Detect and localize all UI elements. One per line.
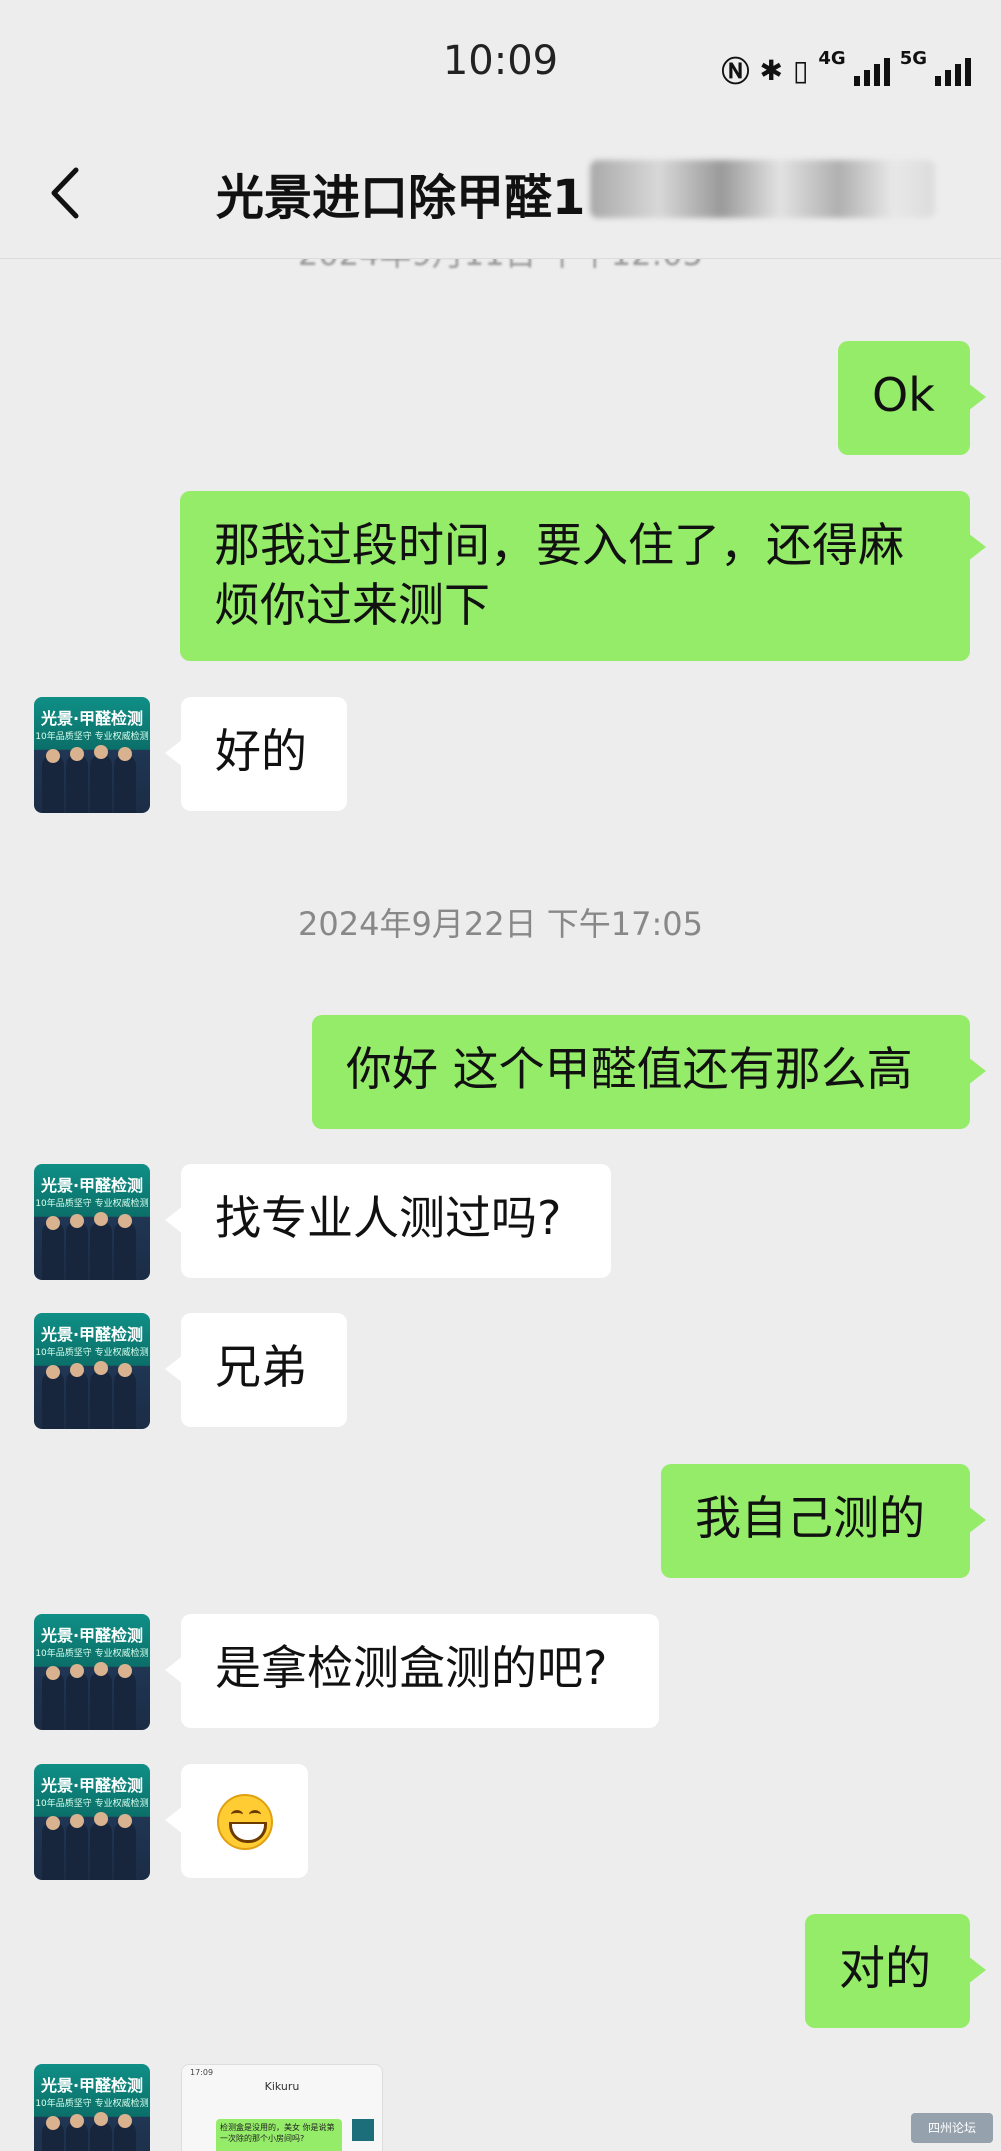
avatar-title: 光景·甲醛检测	[40, 1626, 144, 1645]
contact-avatar[interactable]: 光景·甲醛检测 10年品质坚守 专业权威检测	[34, 1614, 150, 1730]
chevron-left-icon	[51, 167, 79, 219]
message-bubble-outgoing[interactable]: 你好 这个甲醛值还有那么高	[312, 1015, 986, 1129]
avatar-title: 光景·甲醛检测	[40, 1176, 144, 1195]
signal-4g-icon	[853, 54, 890, 86]
message-bubble-incoming[interactable]: 是拿检测盒测的吧?	[165, 1614, 659, 1728]
forum-watermark: 四州论坛	[911, 2113, 993, 2143]
avatar-subtitle: 10年品质坚守 专业权威检测	[35, 1649, 149, 1659]
message-bubble-outgoing[interactable]: 我自己测的	[661, 1464, 986, 1578]
message-bubble-incoming[interactable]: 兄弟	[165, 1313, 347, 1427]
message-list[interactable]: 2024年9月11日 下午12:05 Ok 那我过段时间，要入住了，还得麻烦你过…	[0, 259, 1001, 2151]
message-bubble-outgoing[interactable]: Ok	[838, 341, 986, 455]
contact-avatar[interactable]: 光景·甲醛检测 10年品质坚守 专业权威检测	[34, 1313, 150, 1429]
contact-avatar[interactable]: 光景·甲醛检测 10年品质坚守 专业权威检测	[34, 2064, 150, 2151]
back-button[interactable]	[36, 158, 96, 228]
avatar-subtitle: 10年品质坚守 专业权威检测	[35, 1199, 149, 1209]
network-type-4g: 4G	[818, 47, 846, 69]
message-text: 找专业人测过吗?	[215, 1191, 562, 1245]
chat-title[interactable]: 光景进口除甲醛1	[216, 158, 585, 228]
thumbnail-status-time: 17:09	[190, 2068, 214, 2077]
vibrate-icon: ▯	[792, 53, 809, 87]
status-bar: 10:09 Ⓝ ✱ ▯ 4G 5G	[0, 0, 1001, 130]
grinning-face-emoji	[217, 1794, 273, 1850]
message-text: 那我过段时间，要入住了，还得麻烦你过来测下	[214, 518, 904, 632]
avatar-title: 光景·甲醛检测	[40, 2076, 144, 2095]
signal-5g-icon	[935, 54, 971, 86]
message-bubble-incoming[interactable]	[165, 1764, 308, 1878]
network-type-5g: 5G	[899, 47, 927, 69]
contact-avatar[interactable]: 光景·甲醛检测 10年品质坚守 专业权威检测	[34, 697, 150, 813]
message-bubble-outgoing[interactable]: 那我过段时间，要入住了，还得麻烦你过来测下	[180, 491, 986, 661]
nfc-icon: Ⓝ	[721, 55, 750, 88]
message-bubble-incoming[interactable]: 找专业人测过吗?	[165, 1164, 611, 1278]
thumbnail-bubble: 检测盒是没用的，美女 你是说第一次除的那个小房间吗?	[216, 2119, 342, 2151]
avatar-subtitle: 10年品质坚守 专业权威检测	[35, 1348, 149, 1358]
message-text: 兄弟	[215, 1340, 307, 1394]
message-bubble-incoming[interactable]: 好的	[165, 697, 347, 811]
image-message-thumbnail[interactable]: 17:09 Kikuru 检测盒是没用的，美女 你是说第一次除的那个小房间吗?	[181, 2064, 383, 2151]
message-text: 你好 这个甲醛值还有那么高	[346, 1042, 913, 1096]
timestamp: 2024年9月22日 下午17:05	[298, 905, 703, 943]
bluetooth-icon: ✱	[759, 53, 783, 87]
message-text: 是拿检测盒测的吧?	[215, 1641, 608, 1695]
avatar-subtitle: 10年品质坚守 专业权威检测	[35, 1799, 149, 1809]
avatar-title: 光景·甲醛检测	[40, 709, 144, 728]
contact-avatar[interactable]: 光景·甲醛检测 10年品质坚守 专业权威检测	[34, 1764, 150, 1880]
message-text: 对的	[839, 1941, 931, 1995]
avatar-subtitle: 10年品质坚守 专业权威检测	[35, 2099, 149, 2109]
avatar-title: 光景·甲醛检测	[40, 1776, 144, 1795]
thumbnail-contact-name: Kikuru	[264, 2080, 300, 2093]
contact-avatar[interactable]: 光景·甲醛检测 10年品质坚守 专业权威检测	[34, 1164, 150, 1280]
message-text: Ok	[872, 368, 935, 422]
message-bubble-outgoing[interactable]: 对的	[805, 1914, 986, 2028]
message-text: 我自己测的	[695, 1491, 925, 1545]
avatar-title: 光景·甲醛检测	[40, 1325, 144, 1344]
thumbnail-avatar	[352, 2119, 374, 2141]
message-text: 好的	[215, 724, 307, 778]
chat-screen: 10:09 Ⓝ ✱ ▯ 4G 5G 光景进口除甲醛1 2024年9月11日 下午…	[0, 0, 1001, 2151]
avatar-subtitle: 10年品质坚守 专业权威检测	[35, 732, 149, 742]
timestamp: 2024年9月11日 下午12:05	[0, 259, 1001, 275]
redacted-phone-number	[590, 160, 935, 218]
nav-bar: 光景进口除甲醛1	[0, 130, 1001, 259]
status-icons: Ⓝ ✱ ▯ 4G 5G	[721, 47, 971, 90]
